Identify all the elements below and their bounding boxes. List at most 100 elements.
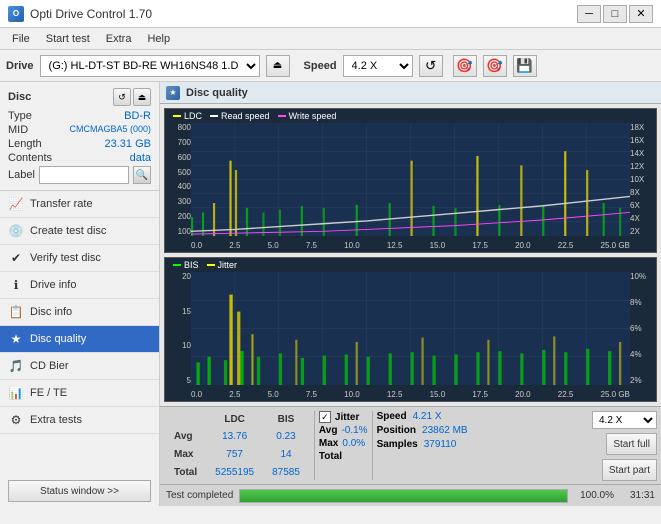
fe-te-icon: 📊: [8, 385, 24, 401]
disc-type-field: Type BD-R: [8, 110, 151, 122]
samples-row: Samples 379110: [377, 439, 468, 450]
sidebar-item-label: Drive info: [30, 279, 76, 291]
drive-info-icon: ℹ: [8, 277, 24, 293]
sidebar-item-transfer-rate[interactable]: 📈 Transfer rate: [0, 191, 159, 218]
legend-write-speed: Write speed: [278, 111, 337, 121]
disc-label-label: Label: [8, 169, 35, 181]
verify-test-disc-icon: ✔: [8, 250, 24, 266]
disc-length-label: Length: [8, 138, 42, 150]
progress-area: Test completed 100.0% 31:31: [160, 484, 661, 506]
menu-help[interactable]: Help: [139, 31, 178, 47]
refresh-button[interactable]: ↺: [419, 55, 443, 77]
speed-label: Speed: [304, 60, 337, 72]
drive-select[interactable]: (G:) HL-DT-ST BD-RE WH16NS48 1.D3: [40, 55, 260, 77]
right-controls: 4.2 X Maximum 2.0 X Start full Start par…: [592, 411, 657, 482]
content-area: ★ Disc quality LDC Read speed: [160, 82, 661, 506]
menu-extra[interactable]: Extra: [98, 31, 140, 47]
disc-label-input[interactable]: [39, 166, 129, 184]
disc-eject-icon[interactable]: ⏏: [133, 88, 151, 106]
transfer-rate-icon: 📈: [8, 196, 24, 212]
disc-refresh-icon[interactable]: ↺: [113, 88, 131, 106]
disc-contents-field: Contents data: [8, 152, 151, 164]
disc-mid-label: MID: [8, 124, 28, 136]
extra-tests-icon: ⚙: [8, 412, 24, 428]
sidebar-item-verify-test-disc[interactable]: ✔ Verify test disc: [0, 245, 159, 272]
samples-value: 379110: [424, 439, 457, 450]
sidebar-item-drive-info[interactable]: ℹ Drive info: [0, 272, 159, 299]
jitter-avg-row: Avg -0.1%: [319, 425, 368, 436]
disc-mid-field: MID CMCMAGBA5 (000): [8, 124, 151, 136]
position-value: 23862 MB: [422, 425, 468, 436]
ldc-avg: 13.76: [207, 428, 262, 444]
legend-jitter: Jitter: [207, 260, 238, 270]
config-button2[interactable]: 🎯: [483, 55, 507, 77]
jitter-header-row: ✓ Jitter: [319, 411, 368, 423]
ldc-max: 757: [207, 446, 262, 462]
disc-contents-value: data: [130, 152, 151, 164]
main-layout: Disc ↺ ⏏ Type BD-R MID CMCMAGBA5 (000) L…: [0, 82, 661, 506]
app-icon: O: [8, 6, 24, 22]
disc-type-label: Type: [8, 110, 32, 122]
legend-read-speed: Read speed: [210, 111, 270, 121]
disc-quality-icon: ★: [8, 331, 24, 347]
bis-max: 14: [264, 446, 308, 462]
chart-ldc: LDC Read speed Write speed 800 700 600: [164, 108, 657, 253]
stats-table: LDC BIS Avg 13.76 0.23 Max 757 14: [164, 411, 310, 482]
sidebar-item-label: Verify test disc: [30, 252, 101, 264]
sidebar-item-fe-te[interactable]: 📊 FE / TE: [0, 380, 159, 407]
sidebar: Disc ↺ ⏏ Type BD-R MID CMCMAGBA5 (000) L…: [0, 82, 160, 506]
sidebar-item-cd-bier[interactable]: 🎵 CD Bier: [0, 353, 159, 380]
stats-bar: LDC BIS Avg 13.76 0.23 Max 757 14: [160, 406, 661, 484]
progress-bar-inner: [240, 490, 567, 502]
chart1-xaxis: 0.0 2.5 5.0 7.5 10.0 12.5 15.0 17.5 20.0…: [191, 241, 630, 250]
menu-starttest[interactable]: Start test: [38, 31, 98, 47]
jitter-avg: -0.1%: [341, 425, 367, 436]
title-bar: O Opti Drive Control 1.70 ─ □ ✕: [0, 0, 661, 28]
progress-status: Test completed: [166, 490, 233, 501]
sidebar-item-label: CD Bier: [30, 360, 69, 372]
sidebar-item-extra-tests[interactable]: ⚙ Extra tests: [0, 407, 159, 434]
disc-panel: Disc ↺ ⏏ Type BD-R MID CMCMAGBA5 (000) L…: [0, 82, 159, 191]
sidebar-item-label: Disc info: [30, 306, 72, 318]
legend-bis: BIS: [173, 260, 199, 270]
stats-speed-select[interactable]: 4.2 X Maximum 2.0 X: [592, 411, 657, 429]
menu-file[interactable]: File: [4, 31, 38, 47]
disc-panel-title: Disc: [8, 91, 31, 103]
bis-avg: 0.23: [264, 428, 308, 444]
save-button[interactable]: 💾: [513, 55, 537, 77]
minimize-button[interactable]: ─: [577, 5, 601, 23]
start-full-button[interactable]: Start full: [606, 433, 657, 455]
speed-row: Speed 4.21 X: [377, 411, 468, 422]
speed-select[interactable]: 4.2 X Maximum 2.0 X: [343, 55, 413, 77]
disc-type-value: BD-R: [124, 110, 151, 122]
disc-quality-header: ★ Disc quality: [160, 82, 661, 104]
disc-label-row: Label 🔍: [8, 166, 151, 184]
jitter-total-row: Total: [319, 451, 368, 462]
start-part-button[interactable]: Start part: [602, 459, 657, 481]
chart2-svg: [191, 272, 630, 385]
disc-quality-header-icon: ★: [166, 86, 180, 100]
disc-label-btn[interactable]: 🔍: [133, 166, 151, 184]
sidebar-item-create-test-disc[interactable]: 💿 Create test disc: [0, 218, 159, 245]
charts-area: LDC Read speed Write speed 800 700 600: [160, 104, 661, 406]
progress-bar-outer: [239, 489, 568, 503]
disc-contents-label: Contents: [8, 152, 52, 164]
sidebar-item-disc-info[interactable]: 📋 Disc info: [0, 299, 159, 326]
sidebar-item-label: Transfer rate: [30, 198, 93, 210]
sidebar-item-disc-quality[interactable]: ★ Disc quality: [0, 326, 159, 353]
config-button1[interactable]: 🎯: [453, 55, 477, 77]
chart1-svg: [191, 123, 630, 236]
speed-value: 4.21 X: [413, 411, 442, 422]
maximize-button[interactable]: □: [603, 5, 627, 23]
status-window-button[interactable]: Status window >>: [8, 480, 151, 502]
ldc-total: 5255195: [207, 464, 262, 480]
create-test-disc-icon: 💿: [8, 223, 24, 239]
eject-button[interactable]: ⏏: [266, 55, 290, 77]
app-title: Opti Drive Control 1.70: [30, 7, 152, 21]
jitter-label: Jitter: [335, 412, 359, 423]
jitter-checkbox[interactable]: ✓: [319, 411, 331, 423]
sidebar-item-label: Create test disc: [30, 225, 106, 237]
chart1-legend: LDC Read speed Write speed: [173, 111, 336, 121]
close-button[interactable]: ✕: [629, 5, 653, 23]
disc-mid-value: CMCMAGBA5 (000): [69, 124, 151, 136]
